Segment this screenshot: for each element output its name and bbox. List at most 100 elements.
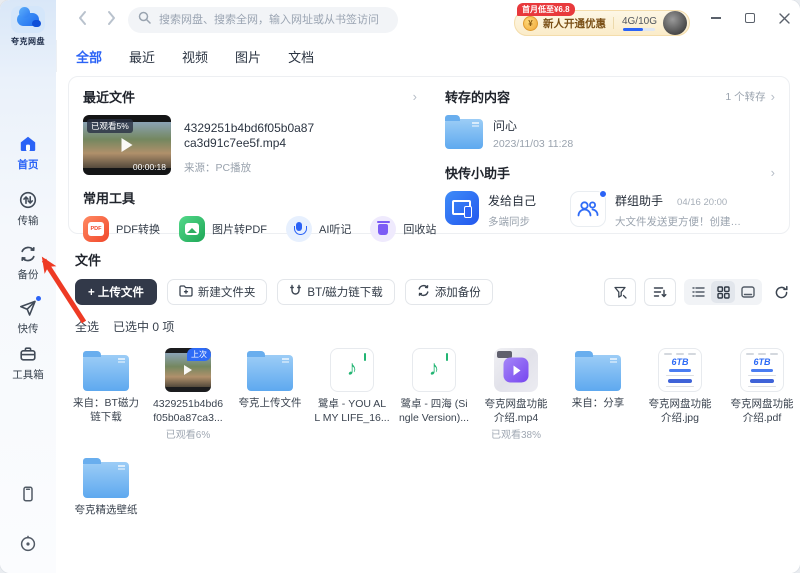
title-bar: 首月低至¥6.8 ¥ 新人开通优惠 4G/10G [56, 0, 800, 40]
main-content: 最近文件 › 已观看5% 00:00:18 4329251b4bd6f05b0a… [56, 72, 800, 573]
bt-magnet-download-button[interactable]: BT/磁力链下载 [277, 279, 394, 305]
video-thumbnail[interactable]: 已观看5% 00:00:18 [83, 115, 171, 175]
search-box[interactable] [128, 7, 398, 33]
video-duration: 00:00:18 [133, 162, 166, 172]
home-icon [18, 134, 38, 154]
promo-ribbon: 首月低至¥6.8 [517, 3, 575, 16]
sidebar-item-quick-transfer[interactable]: 快传 [0, 298, 56, 336]
file-item-jpg[interactable]: 6TB 夸克网盘功能 介绍.jpg [651, 348, 709, 441]
send-self-sub: 多端同步 [488, 214, 536, 229]
file-item-folder-upload[interactable]: 夸克上传文件 [241, 348, 299, 441]
backup-icon [18, 244, 38, 264]
sidebar-item-backup[interactable]: 备份 [0, 244, 56, 282]
filter-button[interactable] [604, 278, 636, 306]
file-item-folder-bt[interactable]: 来自：BT磁力 链下载 [77, 348, 135, 441]
storage-usage: 4G/10G [622, 16, 657, 31]
new-folder-icon [179, 285, 193, 300]
search-icon [138, 11, 151, 29]
membership-promo[interactable]: 首月低至¥6.8 ¥ 新人开通优惠 4G/10G [514, 10, 690, 36]
group-assistant-item[interactable]: 群组助手 04/16 20:00 大文件发送更方便！创建群组邀请好友进... [570, 191, 747, 229]
chevron-right-icon[interactable]: › [771, 166, 775, 179]
magnet-icon [289, 284, 302, 300]
chevron-right-icon[interactable]: › [771, 90, 775, 103]
selected-count: 已选中 0 项 [113, 318, 174, 335]
tab-doc[interactable]: 文档 [288, 47, 314, 66]
file-item-folder-share[interactable]: 来自：分享 [569, 348, 627, 441]
sort-button[interactable] [644, 278, 676, 306]
refresh-icon[interactable] [770, 281, 792, 303]
tool-image-to-pdf[interactable]: 图片转PDF [179, 216, 267, 242]
tab-recent[interactable]: 最近 [129, 47, 155, 66]
devices-icon [445, 191, 479, 225]
files-section: 文件 + 上传文件 新建文件夹 BT/磁力链下载 添加备份 [75, 250, 792, 522]
mobile-phone-icon[interactable] [18, 484, 38, 504]
select-all-button[interactable]: 全选 [75, 318, 99, 335]
send-to-self-item[interactable]: 发给自己 多端同步 [445, 191, 536, 229]
file-item-video-cat[interactable]: 上次 4329251b4bd6 f05b0a87ca3... 已观看6% [159, 348, 217, 441]
image-file-thumbnail: 6TB [658, 348, 702, 392]
quark-cloud-icon [11, 6, 45, 33]
file-item-pdf[interactable]: 6TB 夸克网盘功能 介绍.pdf [733, 348, 791, 441]
sidebar-label-home: 首页 [0, 157, 56, 172]
recent-files-title: 最近文件 [83, 87, 135, 106]
category-tabs: 全部 最近 视频 图片 文档 [56, 40, 314, 72]
transfer-icon [18, 190, 38, 210]
minimize-button[interactable] [710, 12, 722, 24]
pdf-file-thumbnail: 6TB [740, 348, 784, 392]
saved-folder-item[interactable]: 问心 2023/11/03 11:28 [445, 115, 775, 150]
music-file-icon: ♪ [412, 348, 456, 392]
add-backup-button[interactable]: 添加备份 [405, 279, 493, 305]
file-item-audio-1[interactable]: ♪ 鹭卓 - YOU AL L MY LIFE_16... [323, 348, 381, 441]
tool-ai-transcribe[interactable]: AI听记 [286, 216, 351, 242]
file-item-audio-2[interactable]: ♪ 鹭卓 - 四海 (Si ngle Version)... [405, 348, 463, 441]
folder-icon [83, 462, 129, 498]
close-button[interactable] [778, 12, 790, 24]
upload-file-button[interactable]: + 上传文件 [75, 279, 157, 305]
notification-dot [36, 296, 41, 301]
user-avatar[interactable] [663, 11, 687, 35]
tool-recycle-bin[interactable]: 回收站 [370, 216, 436, 242]
quick-assistant-title: 快传小助手 [445, 163, 510, 182]
chevron-right-icon[interactable]: › [413, 90, 417, 103]
tab-video[interactable]: 视频 [182, 47, 208, 66]
forward-icon[interactable] [107, 10, 116, 31]
watch-progress: 已观看6% [166, 426, 210, 441]
recent-file-source: 来源：PC播放 [184, 160, 314, 175]
watch-progress: 已观看38% [491, 426, 541, 441]
sidebar-item-home[interactable]: 首页 [0, 134, 56, 172]
search-input[interactable] [157, 13, 388, 27]
image-to-pdf-icon [179, 216, 205, 242]
card-view-icon[interactable] [736, 281, 760, 303]
app-logo[interactable]: 夸克网盘 [0, 0, 56, 47]
recent-video-item[interactable]: 已观看5% 00:00:18 4329251b4bd6f05b0a87 ca3d… [83, 115, 417, 175]
play-icon [504, 358, 529, 383]
tab-all[interactable]: 全部 [76, 47, 102, 66]
file-item-video-intro[interactable]: 夸克网盘功能 介绍.mp4 已观看38% [487, 348, 545, 441]
saved-folder-time: 2023/11/03 11:28 [493, 138, 573, 150]
folder-icon [575, 355, 621, 391]
microphone-icon [286, 216, 312, 242]
sidebar-label-toolbox: 工具箱 [0, 367, 56, 382]
watched-badge: 已观看5% [87, 119, 133, 133]
tool-pdf-convert[interactable]: PDF PDF转换 [83, 216, 160, 242]
back-icon[interactable] [78, 10, 87, 31]
app-name: 夸克网盘 [0, 36, 56, 47]
sync-icon [417, 284, 430, 300]
new-folder-button[interactable]: 新建文件夹 [167, 279, 268, 305]
view-mode-segment [684, 279, 762, 305]
file-item-folder-wallpaper[interactable]: 夸克精选壁纸 [77, 455, 135, 518]
settings-gear-icon[interactable] [18, 534, 38, 554]
group-time: 04/16 20:00 [677, 197, 727, 208]
sidebar-item-toolbox[interactable]: 工具箱 [0, 344, 56, 382]
maximize-button[interactable] [744, 12, 756, 24]
sidebar: 夸克网盘 首页 传输 备份 快传 [0, 0, 57, 573]
app-window: 夸克网盘 首页 传输 备份 快传 [0, 0, 800, 573]
list-view-icon[interactable] [686, 281, 710, 303]
pdf-convert-icon: PDF [83, 216, 109, 242]
sidebar-item-transfer[interactable]: 传输 [0, 190, 56, 228]
common-tools-title: 常用工具 [83, 188, 135, 207]
folder-icon [83, 355, 129, 391]
grid-view-icon[interactable] [711, 281, 735, 303]
play-icon [184, 365, 192, 375]
tab-image[interactable]: 图片 [235, 47, 261, 66]
